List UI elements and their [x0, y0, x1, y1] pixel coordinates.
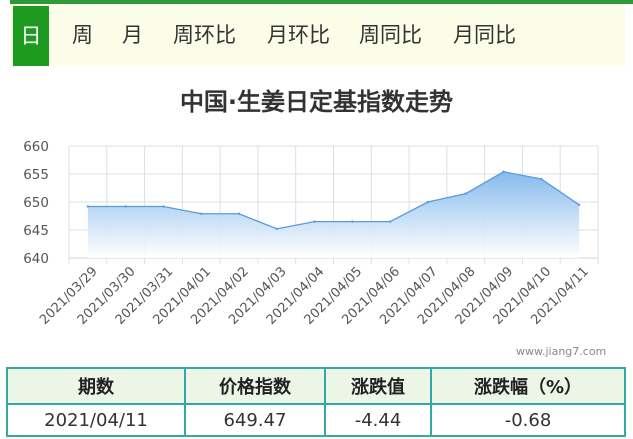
data-point	[86, 205, 90, 208]
x-axis: 2021/03/292021/03/302021/03/312021/04/01…	[37, 264, 592, 328]
y-tick-label: 645	[23, 223, 49, 239]
tab-week-on-week[interactable]: 周环比	[173, 4, 236, 66]
tab-month[interactable]: 月	[122, 4, 143, 66]
data-point	[464, 192, 467, 195]
data-point	[124, 205, 127, 208]
watermark: www.jiang7.com	[516, 345, 607, 358]
cell-price-index: 649.47	[184, 403, 326, 437]
tab-week[interactable]: 周	[72, 4, 93, 66]
y-tick-label: 650	[23, 195, 49, 211]
data-point	[275, 227, 279, 231]
data-point	[237, 212, 241, 215]
header-change-value: 涨跌值	[324, 367, 432, 405]
header-change-percent: 涨跌幅（%）	[430, 367, 626, 405]
cell-change-percent: -0.68	[430, 403, 626, 437]
tab-month-year-on-year[interactable]: 月同比	[453, 4, 516, 66]
summary-table: 期数 价格指数 涨跌值 涨跌幅（%） 2021/04/11 649.47 -4.…	[6, 367, 626, 437]
table-row: 2021/04/11 649.47 -4.44 -0.68	[6, 403, 626, 437]
cell-change-value: -4.44	[324, 403, 432, 437]
y-axis: 640 645 650 655 660	[23, 139, 49, 267]
header-period: 期数	[6, 367, 186, 405]
table-header-row: 期数 价格指数 涨跌值 涨跌幅（%）	[6, 367, 626, 405]
data-point	[577, 203, 581, 206]
tab-month-on-month[interactable]: 月环比	[267, 4, 330, 66]
data-point	[351, 220, 354, 223]
tab-day[interactable]: 日	[13, 6, 49, 66]
header-price-index: 价格指数	[184, 367, 326, 405]
period-tab-bar: 日 周 月 周环比 月环比 周同比 月同比	[10, 4, 625, 66]
cell-period: 2021/04/11	[6, 403, 186, 437]
data-point	[162, 205, 165, 208]
y-tick-label: 655	[23, 167, 49, 183]
data-point	[388, 220, 392, 223]
index-chart: 640 645 650 655 660 2021/03/292021/03/302021…	[23, 139, 599, 328]
y-tick-label: 660	[23, 139, 49, 155]
data-point	[540, 177, 543, 181]
data-point	[426, 200, 430, 204]
data-point	[502, 170, 505, 173]
data-point	[313, 220, 316, 223]
data-point	[200, 212, 203, 215]
tab-week-year-on-year[interactable]: 周同比	[359, 4, 422, 66]
y-tick-label: 640	[23, 251, 49, 267]
chart-title: 中国·生姜日定基指数走势	[179, 88, 454, 116]
